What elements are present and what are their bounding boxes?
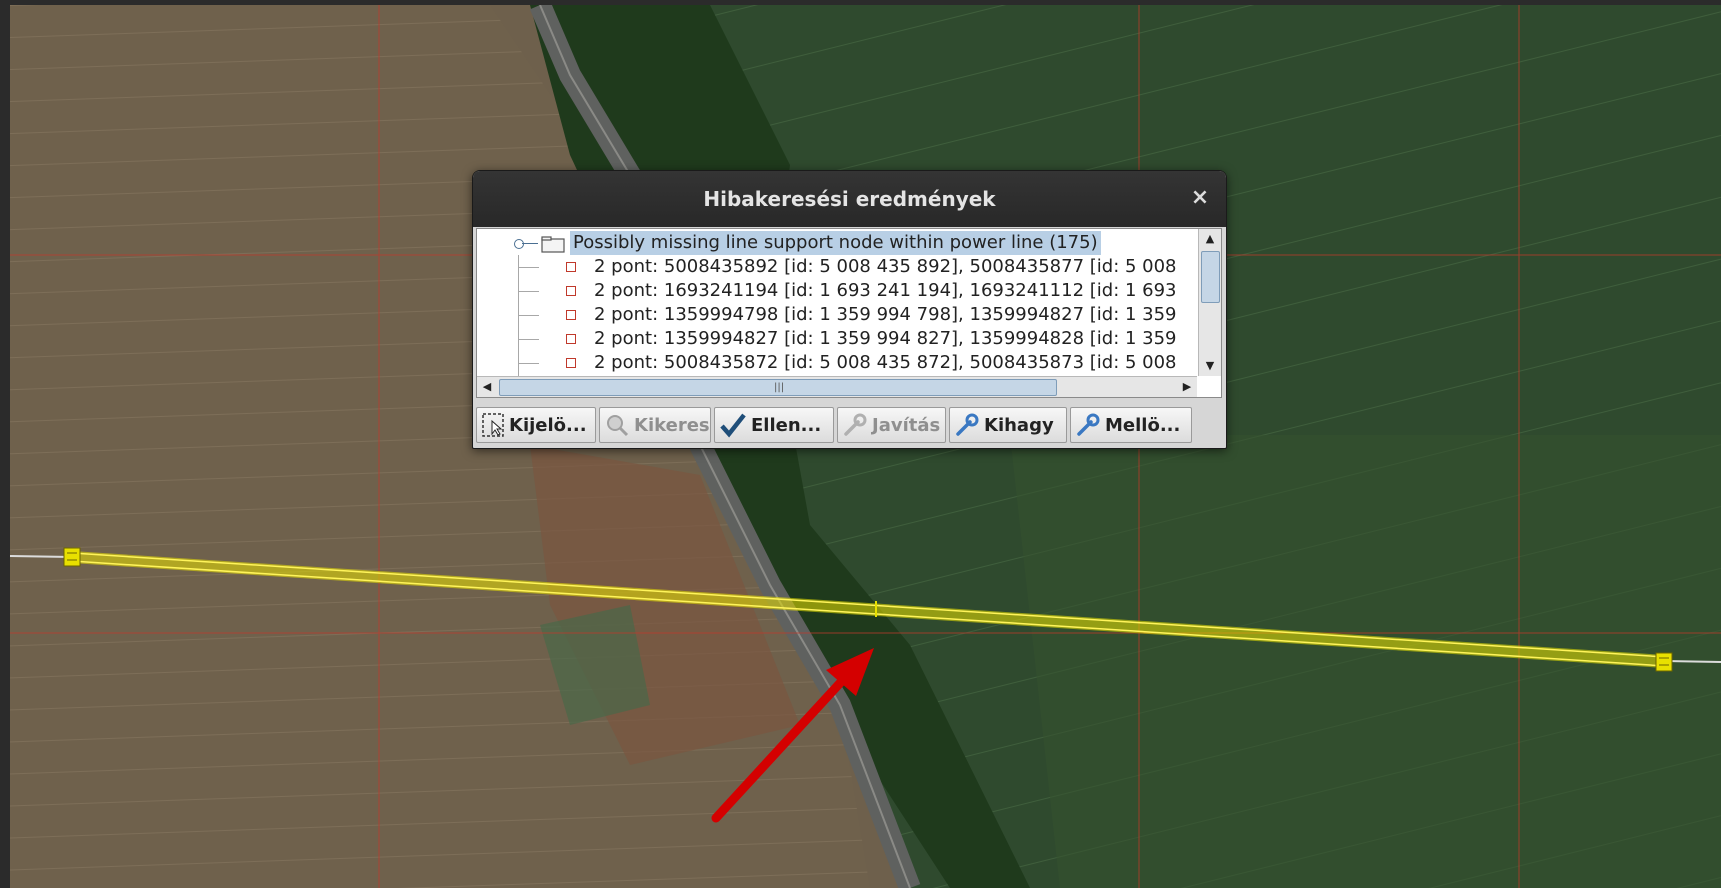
select-button[interactable]: Kijelö... <box>476 407 596 443</box>
validation-results-dialog[interactable]: Hibakeresési eredmények × Possibly missi… <box>472 170 1227 449</box>
ignore-button-label: Kihagy <box>984 414 1054 436</box>
select-icon <box>482 413 504 437</box>
tree-item[interactable]: 2 pont: 1693241194 [id: 1 693 241 194], … <box>594 279 1177 303</box>
dialog-button-bar: Kijelö... Kikeres Ellen... Javítás Kihag… <box>476 407 1222 445</box>
horizontal-scrollbar[interactable]: ◀ ||| ▶ <box>477 376 1197 397</box>
error-node-icon <box>566 334 576 344</box>
tree-item-label: 2 pont: 5008435892 [id: 5 008 435 892], … <box>594 256 1177 277</box>
ignore-list-button-label: Mellö... <box>1105 414 1181 436</box>
tree-item-label: 2 pont: 5008435872 [id: 5 008 435 872], … <box>594 352 1177 373</box>
tree-item-label: 2 pont: 1359994827 [id: 1 359 994 827], … <box>594 328 1177 349</box>
error-node-icon <box>566 358 576 368</box>
zoom-icon <box>607 415 629 437</box>
tree-root-label: Possibly missing line support node withi… <box>573 232 1098 253</box>
wrench-icon <box>1077 413 1100 436</box>
error-node-icon <box>566 286 576 296</box>
results-tree[interactable]: Possibly missing line support node withi… <box>477 229 1197 376</box>
zoom-to-button[interactable]: Kikeres <box>599 407 711 443</box>
error-node-icon <box>566 310 576 320</box>
scroll-up-icon[interactable]: ▲ <box>1199 229 1221 249</box>
checkmark-icon <box>720 413 746 438</box>
scroll-right-icon[interactable]: ▶ <box>1177 377 1197 397</box>
select-button-label: Kijelö... <box>509 414 587 436</box>
tree-item[interactable]: 2 pont: 1359994798 [id: 1 359 994 798], … <box>594 303 1177 327</box>
vertical-scroll-thumb[interactable] <box>1201 251 1220 303</box>
tree-item[interactable]: 2 pont: 5008435892 [id: 5 008 435 892], … <box>594 255 1177 279</box>
folder-icon <box>541 236 565 253</box>
scroll-left-icon[interactable]: ◀ <box>477 377 497 397</box>
fix-button-label: Javítás <box>872 414 941 436</box>
fix-button[interactable]: Javítás <box>837 407 946 443</box>
scroll-down-icon[interactable]: ▼ <box>1199 356 1221 376</box>
wrench-icon <box>956 413 979 436</box>
tree-root-item[interactable]: Possibly missing line support node withi… <box>570 231 1101 255</box>
close-icon[interactable]: × <box>1188 186 1212 210</box>
ignore-button[interactable]: Kihagy <box>949 407 1067 443</box>
error-node-icon <box>566 262 576 272</box>
horizontal-scroll-thumb[interactable]: ||| <box>499 379 1057 396</box>
tree-item[interactable]: 2 pont: 1359994827 [id: 1 359 994 827], … <box>594 327 1177 351</box>
revalidate-button[interactable]: Ellen... <box>714 407 834 443</box>
vertical-scrollbar[interactable]: ▲ ▼ <box>1198 229 1221 376</box>
revalidate-button-label: Ellen... <box>751 414 822 436</box>
ignore-list-button[interactable]: Mellö... <box>1070 407 1192 443</box>
tree-item-label: 2 pont: 1693241194 [id: 1 693 241 194], … <box>594 280 1177 301</box>
tree-expand-handle[interactable] <box>514 239 524 249</box>
wrench-icon <box>844 413 867 436</box>
tree-item-label: 2 pont: 1359994798 [id: 1 359 994 798], … <box>594 304 1177 325</box>
tree-item[interactable]: 2 pont: 5008435872 [id: 5 008 435 872], … <box>594 351 1177 375</box>
zoom-to-button-label: Kikeres <box>634 414 710 436</box>
dialog-title: Hibakeresési eredmények <box>703 187 996 211</box>
dialog-titlebar[interactable]: Hibakeresési eredmények × <box>473 171 1226 227</box>
results-tree-panel[interactable]: Possibly missing line support node withi… <box>476 228 1222 398</box>
